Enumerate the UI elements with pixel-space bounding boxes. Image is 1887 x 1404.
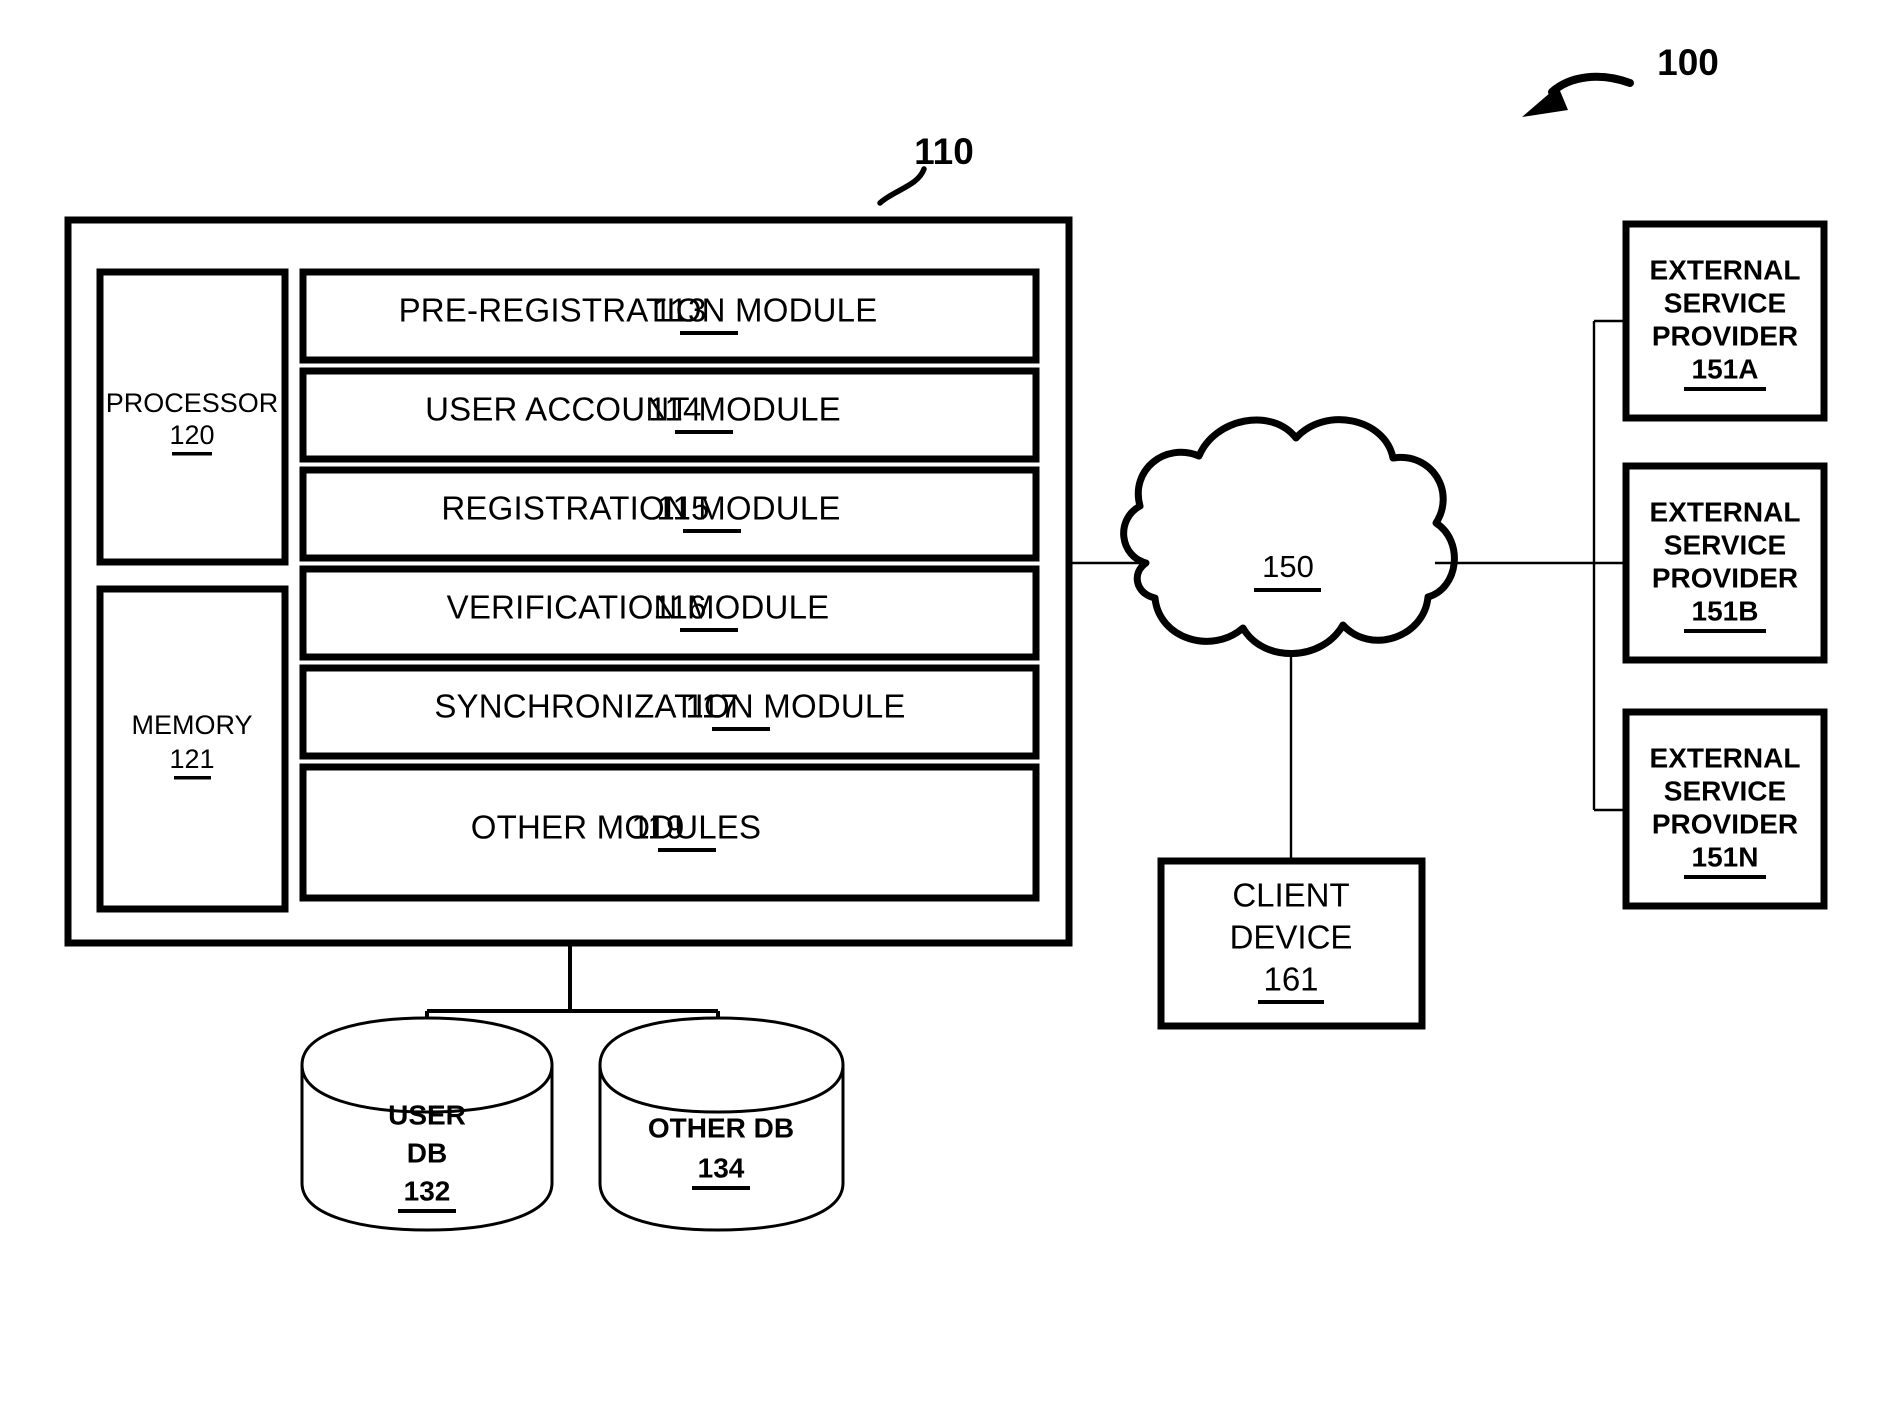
esp-text-1: EXTERNAL SERVICE PROVIDER 151B	[1650, 496, 1801, 633]
other-db-line1: OTHER DB	[648, 1112, 794, 1143]
module-ref-1: 114	[648, 391, 701, 428]
module-label-0: PRE-REGISTRATION MODULE	[399, 292, 878, 329]
user-db-ref-underline	[398, 1209, 456, 1213]
esp-2-line3: PROVIDER	[1652, 808, 1798, 839]
module-row-1: USER ACCOUNT MODULE 114	[425, 391, 841, 434]
module-label-2: REGISTRATION MODULE	[441, 490, 840, 527]
module-label-3: VERIFICATION MODULE	[447, 589, 830, 626]
processor-ref-underline	[172, 452, 212, 456]
module-ref-0: 113	[653, 292, 706, 329]
esp-1-ref: 151B	[1692, 595, 1759, 626]
module-ref-5: 119	[631, 809, 684, 846]
esp-text-2: EXTERNAL SERVICE PROVIDER 151N	[1650, 742, 1801, 879]
module-row-4: SYNCHRONIZATION MODULE 117	[434, 688, 905, 731]
esp-2-line1: EXTERNAL	[1650, 742, 1801, 773]
module-row-5: OTHER MODULES 119	[471, 809, 761, 852]
client-device-ref: 161	[1263, 961, 1318, 998]
memory-ref: 121	[169, 744, 214, 774]
client-device-line2: DEVICE	[1230, 919, 1353, 956]
esp-0-line1: EXTERNAL	[1650, 254, 1801, 285]
other-db-ref-underline	[692, 1186, 750, 1190]
system-ref-110: 110	[914, 131, 974, 172]
system-ref-110-leader	[877, 166, 927, 206]
module-ref-2: 115	[656, 490, 709, 527]
figure-ref-100: 100	[1657, 42, 1719, 83]
module-label-1: USER ACCOUNT MODULE	[425, 391, 841, 428]
esp-text-0: EXTERNAL SERVICE PROVIDER 151A	[1650, 254, 1801, 391]
user-db-line2: DB	[407, 1137, 447, 1168]
esp-1-line2: SERVICE	[1664, 529, 1786, 560]
module-label-4: SYNCHRONIZATION MODULE	[434, 688, 905, 725]
esp-2-ref: 151N	[1692, 841, 1759, 872]
patent-figure: 100 110 PROCESSOR 120 MEMORY 121 PRE-REG…	[0, 0, 1887, 1404]
processor-label: PROCESSOR	[106, 388, 279, 418]
module-row-2: REGISTRATION MODULE 115	[441, 490, 840, 533]
esp-bus	[1592, 319, 1626, 812]
other-db-ref: 134	[698, 1152, 745, 1183]
esp-0-ref: 151A	[1692, 353, 1759, 384]
esp-1-line3: PROVIDER	[1652, 562, 1798, 593]
module-ref-4: 117	[685, 688, 738, 725]
user-db-ref: 132	[404, 1175, 451, 1206]
memory-ref-underline	[174, 776, 211, 780]
esp-2-line2: SERVICE	[1664, 775, 1786, 806]
esp-0-line2: SERVICE	[1664, 287, 1786, 318]
client-device-ref-underline	[1258, 1000, 1324, 1004]
module-label-5: OTHER MODULES	[471, 809, 761, 846]
esp-1-line1: EXTERNAL	[1650, 496, 1801, 527]
client-device-line1: CLIENT	[1232, 877, 1349, 914]
user-db-line1: USER	[388, 1099, 466, 1130]
memory-label: MEMORY	[131, 710, 252, 740]
network-ref: 150	[1262, 549, 1314, 584]
processor-ref: 120	[169, 420, 214, 450]
module-row-3: VERIFICATION MODULE 116	[447, 589, 830, 632]
network-ref-underline	[1254, 588, 1321, 592]
figure-ref-100-arrow	[1522, 72, 1634, 117]
module-row-0: PRE-REGISTRATION MODULE 113	[399, 292, 878, 335]
module-ref-3: 116	[653, 589, 706, 626]
network-cloud	[1120, 416, 1458, 657]
esp-0-line3: PROVIDER	[1652, 320, 1798, 351]
